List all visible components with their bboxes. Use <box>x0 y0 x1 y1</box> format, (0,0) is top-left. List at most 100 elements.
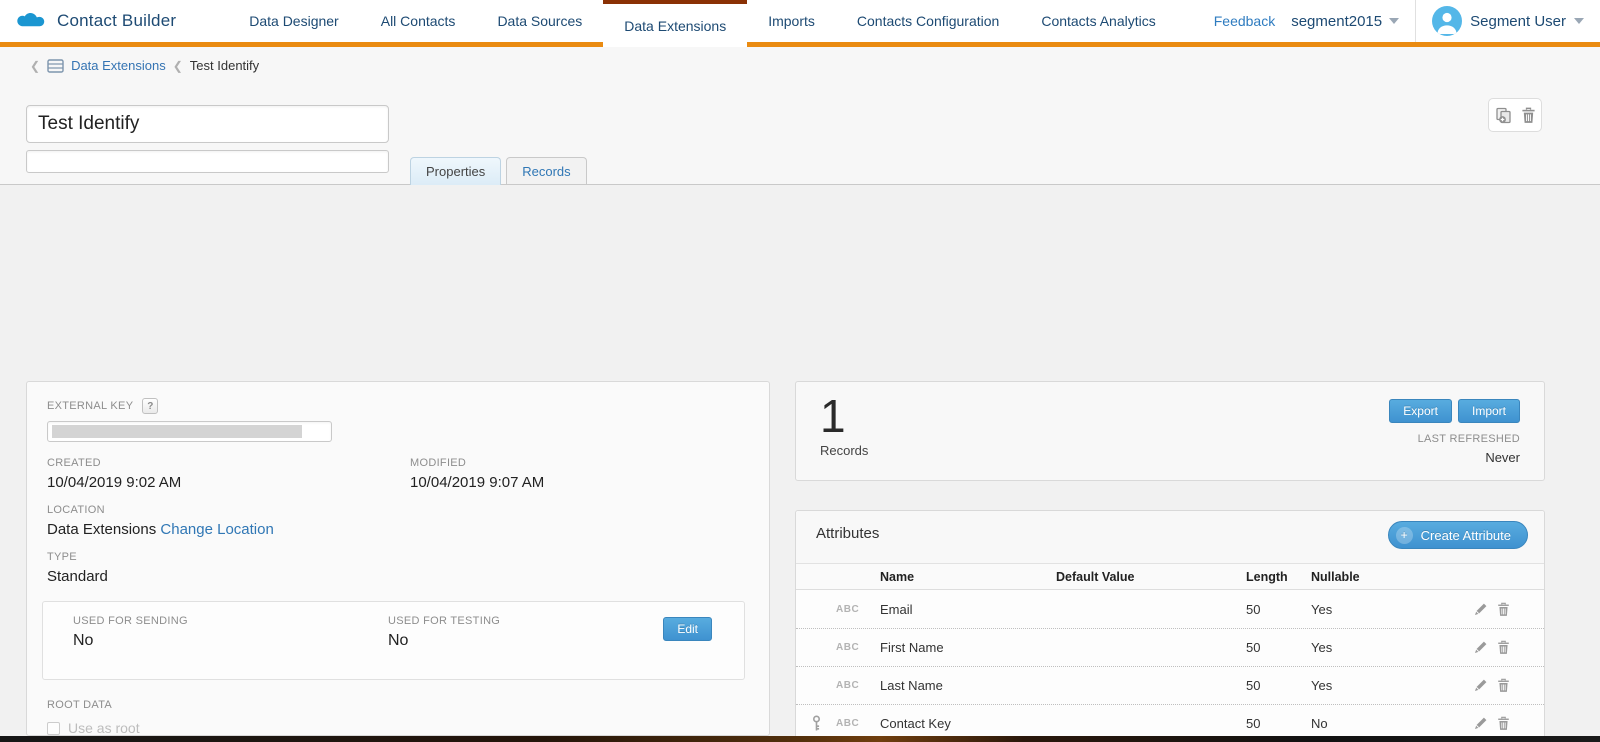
delete-attribute-icon[interactable] <box>1497 602 1510 617</box>
primary-key-icon <box>796 715 836 732</box>
delete-extension-icon[interactable] <box>1521 107 1536 124</box>
bottom-edge-strip <box>0 736 1600 742</box>
primary-nav: Data DesignerAll ContactsData SourcesDat… <box>228 0 1176 47</box>
column-default-value: Default Value <box>1056 570 1246 584</box>
delete-attribute-icon[interactable] <box>1497 716 1510 731</box>
attributes-table: Name Default Value Length Nullable ABCEm… <box>796 563 1544 742</box>
modified-label: MODIFIED <box>410 457 749 469</box>
text-type-icon: ABC <box>836 680 880 691</box>
user-menu[interactable]: Segment User <box>1432 6 1584 36</box>
redacted-value <box>52 425 302 438</box>
chevron-down-icon <box>1389 18 1399 24</box>
user-avatar-icon <box>1432 6 1462 36</box>
nav-tab-contacts-configuration[interactable]: Contacts Configuration <box>836 0 1020 42</box>
delete-attribute-icon[interactable] <box>1497 678 1510 693</box>
change-location-link[interactable]: Change Location <box>160 521 273 538</box>
edit-sending-button[interactable]: Edit <box>663 617 712 641</box>
records-card: 1 Records Export Import LAST REFRESHED N… <box>795 381 1545 481</box>
modified-value: 10/04/2019 9:07 AM <box>410 474 749 491</box>
plus-icon: + <box>1396 527 1413 544</box>
created-label: CREATED <box>47 457 410 469</box>
edit-attribute-icon[interactable] <box>1474 678 1488 693</box>
extension-description-input[interactable] <box>26 150 389 173</box>
tab-records[interactable]: Records <box>506 157 586 184</box>
edit-attribute-icon[interactable] <box>1474 602 1488 617</box>
text-type-icon: ABC <box>836 604 880 615</box>
divider <box>1415 0 1416 42</box>
location-value: Data Extensions <box>47 521 156 538</box>
attribute-nullable: Yes <box>1311 640 1474 655</box>
breadcrumb-current: Test Identify <box>190 58 259 73</box>
copy-extension-icon[interactable] <box>1495 107 1513 124</box>
used-for-sending-value: No <box>73 632 388 650</box>
attribute-length: 50 <box>1246 602 1311 617</box>
help-icon[interactable]: ? <box>142 398 158 414</box>
external-key-input[interactable] <box>47 421 332 442</box>
feedback-link[interactable]: Feedback <box>1214 13 1275 29</box>
account-name: segment2015 <box>1291 13 1382 30</box>
nav-tab-imports[interactable]: Imports <box>747 0 836 42</box>
last-refreshed-label: LAST REFRESHED <box>1418 433 1520 445</box>
chevron-left-icon: ❮ <box>173 60 183 72</box>
use-as-root-label: Use as root <box>68 720 140 736</box>
app-brand: Contact Builder <box>14 0 176 42</box>
tab-properties[interactable]: Properties <box>410 157 501 185</box>
attribute-length: 50 <box>1246 640 1311 655</box>
location-label: LOCATION <box>47 504 749 516</box>
top-navigation: Contact Builder Data DesignerAll Contact… <box>0 0 1600 47</box>
nav-tab-data-extensions[interactable]: Data Extensions <box>603 0 747 47</box>
nav-tab-data-designer[interactable]: Data Designer <box>228 0 360 42</box>
edit-attribute-icon[interactable] <box>1474 716 1488 731</box>
type-value: Standard <box>47 568 749 585</box>
attribute-nullable: No <box>1311 716 1474 731</box>
create-attribute-button[interactable]: + Create Attribute <box>1388 521 1528 549</box>
delete-attribute-icon[interactable] <box>1497 640 1510 655</box>
attribute-name: Contact Key <box>880 716 1056 731</box>
created-value: 10/04/2019 9:02 AM <box>47 474 410 491</box>
export-button[interactable]: Export <box>1389 399 1452 423</box>
root-data-label: ROOT DATA <box>47 699 749 711</box>
breadcrumb: ❮ Data Extensions ❮ Test Identify <box>30 58 259 73</box>
attribute-name: Email <box>880 602 1056 617</box>
main-content: EXTERNAL KEY ? CREATED 10/04/2019 9:02 A… <box>0 184 1600 742</box>
breadcrumb-parent-link[interactable]: Data Extensions <box>71 58 166 73</box>
app-title: Contact Builder <box>57 11 176 31</box>
extension-name-input[interactable] <box>26 105 389 143</box>
last-refreshed-value: Never <box>1485 450 1520 465</box>
extension-actions-group <box>1488 98 1542 132</box>
attributes-card: Attributes + Create Attribute Name Defau… <box>795 510 1545 742</box>
external-key-label: EXTERNAL KEY <box>47 400 133 412</box>
nav-right-group: Feedback segment2015 Segment User <box>1214 0 1600 42</box>
attribute-length: 50 <box>1246 716 1311 731</box>
attribute-row-email: ABCEmail 50Yes <box>796 590 1544 628</box>
edit-attribute-icon[interactable] <box>1474 640 1488 655</box>
cloud-logo-icon <box>14 9 48 33</box>
column-nullable: Nullable <box>1311 570 1474 584</box>
contact-builder-page: Contact Builder Data DesignerAll Contact… <box>0 0 1600 742</box>
chevron-down-icon <box>1574 18 1584 24</box>
used-for-testing-value: No <box>388 632 500 650</box>
data-extension-table-icon <box>47 59 64 73</box>
attribute-name: Last Name <box>880 678 1056 693</box>
create-attribute-label: Create Attribute <box>1421 528 1511 543</box>
attribute-row-first-name: ABCFirst Name 50Yes <box>796 628 1544 666</box>
used-for-sending-label: USED FOR SENDING <box>73 615 388 627</box>
detail-tabs: PropertiesRecords <box>410 157 587 184</box>
attribute-row-last-name: ABCLast Name50Yes <box>796 666 1544 704</box>
chevron-left-icon: ❮ <box>30 60 40 72</box>
type-label: TYPE <box>47 551 749 563</box>
attribute-nullable: Yes <box>1311 602 1474 617</box>
attribute-name: First Name <box>880 640 1056 655</box>
text-type-icon: ABC <box>836 718 880 729</box>
text-type-icon: ABC <box>836 642 880 653</box>
nav-tab-contacts-analytics[interactable]: Contacts Analytics <box>1020 0 1176 42</box>
attribute-nullable: Yes <box>1311 678 1474 693</box>
account-menu[interactable]: segment2015 <box>1291 13 1399 30</box>
attributes-title: Attributes <box>816 525 879 542</box>
import-button[interactable]: Import <box>1458 399 1520 423</box>
nav-tab-all-contacts[interactable]: All Contacts <box>360 0 477 42</box>
sending-settings-box: USED FOR SENDING No USED FOR TESTING No … <box>42 601 745 680</box>
nav-tab-data-sources[interactable]: Data Sources <box>476 0 603 42</box>
column-name: Name <box>880 570 1056 584</box>
use-as-root-checkbox[interactable] <box>47 722 60 735</box>
